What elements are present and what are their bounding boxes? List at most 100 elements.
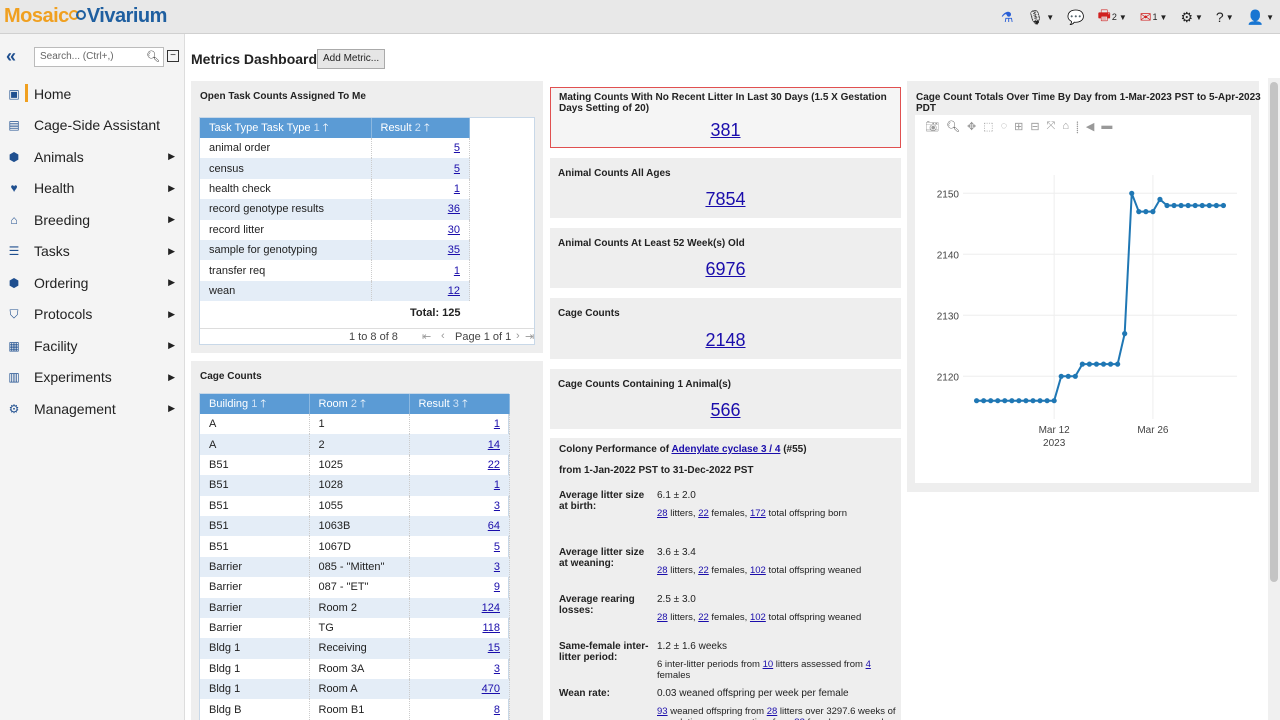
data-point[interactable] <box>1107 361 1114 367</box>
last-page-icon[interactable]: ⇥ <box>525 330 534 343</box>
data-point[interactable] <box>995 398 1001 404</box>
add-metric-button[interactable]: Add Metric... <box>317 49 386 69</box>
task-result-link[interactable]: 1 <box>454 265 460 277</box>
task-result-link[interactable]: 12 <box>448 285 460 297</box>
data-point[interactable] <box>1220 202 1227 209</box>
sidebar-item-home[interactable]: ▣ Home <box>0 78 185 110</box>
metric-value-link[interactable]: 2148 <box>705 330 745 350</box>
app-logo[interactable]: Mosaic Vivarium <box>4 5 167 28</box>
data-point[interactable] <box>1093 361 1100 367</box>
cage-count-line-chart[interactable]: 2120 2130 2140 2150 Mar 12 2023 Mar 26 <box>915 115 1251 483</box>
detail-link[interactable]: 4 <box>866 659 871 670</box>
data-point[interactable] <box>1002 398 1008 404</box>
detail-link[interactable]: 22 <box>698 612 709 623</box>
detail-link[interactable]: 28 <box>657 565 668 576</box>
metric-value-link[interactable]: 6976 <box>705 259 745 279</box>
metric-value-link[interactable]: 566 <box>710 400 740 420</box>
first-page-icon[interactable]: ⇤ <box>422 330 431 343</box>
detail-link[interactable]: 28 <box>767 706 778 717</box>
chat-icon[interactable]: 💬 <box>1067 9 1084 26</box>
task-result-link[interactable]: 5 <box>454 142 460 154</box>
data-point[interactable] <box>1143 209 1149 215</box>
room-header[interactable]: Room 2 🡑 <box>309 394 410 414</box>
data-point[interactable] <box>981 398 987 404</box>
cage-result-link[interactable]: 8 <box>494 704 500 716</box>
detail-link[interactable]: 102 <box>750 612 766 623</box>
data-point[interactable] <box>1199 202 1205 209</box>
search-icon[interactable]: 🔍︎ <box>146 50 160 63</box>
detail-link[interactable]: 10 <box>763 659 774 670</box>
data-point[interactable] <box>1171 202 1177 209</box>
data-point[interactable] <box>1086 361 1093 367</box>
data-point[interactable] <box>1129 190 1135 196</box>
data-point[interactable] <box>1192 202 1198 209</box>
data-point[interactable] <box>1157 196 1163 202</box>
metric-value-link[interactable]: 7854 <box>705 189 745 209</box>
cage-result-link[interactable]: 64 <box>488 520 500 532</box>
data-point[interactable] <box>1185 202 1191 209</box>
data-point[interactable] <box>1079 361 1085 367</box>
cage-result-link[interactable]: 124 <box>482 602 500 614</box>
cage-result-link[interactable]: 3 <box>494 561 500 573</box>
data-point[interactable] <box>1072 373 1078 379</box>
data-point[interactable] <box>1016 398 1022 404</box>
detail-link[interactable]: 28 <box>657 508 668 519</box>
flask-icon[interactable]: ⚗ <box>1001 9 1014 26</box>
data-point[interactable] <box>1150 209 1156 215</box>
mail-icon[interactable]: ✉ 1 ▼ <box>1140 9 1168 26</box>
detail-link[interactable]: 22 <box>698 565 709 576</box>
building-header[interactable]: Building 1 🡑 <box>200 394 310 414</box>
cage-result-header[interactable]: Result 3 🡑 <box>409 394 510 414</box>
data-point[interactable] <box>973 398 980 404</box>
metric-value-link[interactable]: 381 <box>710 120 740 140</box>
detail-link[interactable]: 93 <box>657 706 668 717</box>
detail-link[interactable]: 28 <box>657 612 668 623</box>
data-point[interactable] <box>1023 398 1029 404</box>
data-point[interactable] <box>1115 361 1121 367</box>
data-point[interactable] <box>1065 373 1071 379</box>
sidebar-item-breeding[interactable]: ⌂ Breeding ▶ <box>0 204 185 236</box>
task-result-link[interactable]: 1 <box>454 183 460 195</box>
data-point[interactable] <box>1009 398 1015 404</box>
sidebar-item-protocols[interactable]: ⛉ Protocols ▶ <box>0 299 185 331</box>
task-type-header[interactable]: Task Type Task Type 1 🡑 <box>200 118 372 138</box>
collapse-all-icon[interactable]: − <box>167 50 179 62</box>
cage-result-link[interactable]: 9 <box>494 581 500 593</box>
data-point[interactable] <box>1051 398 1057 404</box>
sidebar-item-cage-side-assistant[interactable]: ▤ Cage-Side Assistant <box>0 110 185 142</box>
cage-result-link[interactable]: 15 <box>488 642 500 654</box>
user-icon[interactable]: 👤 ▼ <box>1247 9 1274 26</box>
task-result-link[interactable]: 30 <box>448 224 460 236</box>
colony-strain-link[interactable]: Adenylate cyclase 3 / 4 <box>671 444 780 455</box>
task-result-link[interactable]: 36 <box>448 203 460 215</box>
data-point[interactable] <box>988 398 994 404</box>
data-point[interactable] <box>1044 398 1050 404</box>
cage-result-link[interactable]: 118 <box>482 622 500 634</box>
data-point[interactable] <box>1213 202 1219 209</box>
sidebar-item-tasks[interactable]: ☰ Tasks ▶ <box>0 236 185 268</box>
data-point[interactable] <box>1122 331 1128 337</box>
data-point[interactable] <box>1136 209 1142 215</box>
sidebar-item-experiments[interactable]: ▥ Experiments ▶ <box>0 362 185 394</box>
cage-result-link[interactable]: 5 <box>494 541 500 553</box>
sidebar-item-facility[interactable]: ▦ Facility ▶ <box>0 330 185 362</box>
detail-link[interactable]: 172 <box>750 508 766 519</box>
sidebar-item-management[interactable]: ⚙ Management ▶ <box>0 393 185 425</box>
data-point[interactable] <box>1178 202 1184 209</box>
task-result-link[interactable]: 5 <box>454 163 460 175</box>
next-page-icon[interactable]: › <box>516 330 520 342</box>
data-point[interactable] <box>1164 202 1170 209</box>
sidebar-item-health[interactable]: ♥ Health ▶ <box>0 173 185 205</box>
gear-icon[interactable]: ⚙ ▼ <box>1180 9 1202 26</box>
cage-result-link[interactable]: 1 <box>494 418 500 430</box>
cage-result-link[interactable]: 3 <box>494 663 500 675</box>
search-input[interactable]: Search... (Ctrl+,) 🔍︎ <box>34 47 164 67</box>
data-point[interactable] <box>1206 202 1212 209</box>
task-result-link[interactable]: 35 <box>448 244 460 256</box>
detail-link[interactable]: 22 <box>698 508 709 519</box>
data-point[interactable] <box>1100 361 1107 367</box>
page-scrollbar[interactable] <box>1268 78 1280 720</box>
sidebar-item-ordering[interactable]: ⬢ Ordering ▶ <box>0 267 185 299</box>
data-point[interactable] <box>1030 398 1036 404</box>
cage-result-link[interactable]: 1 <box>494 479 500 491</box>
